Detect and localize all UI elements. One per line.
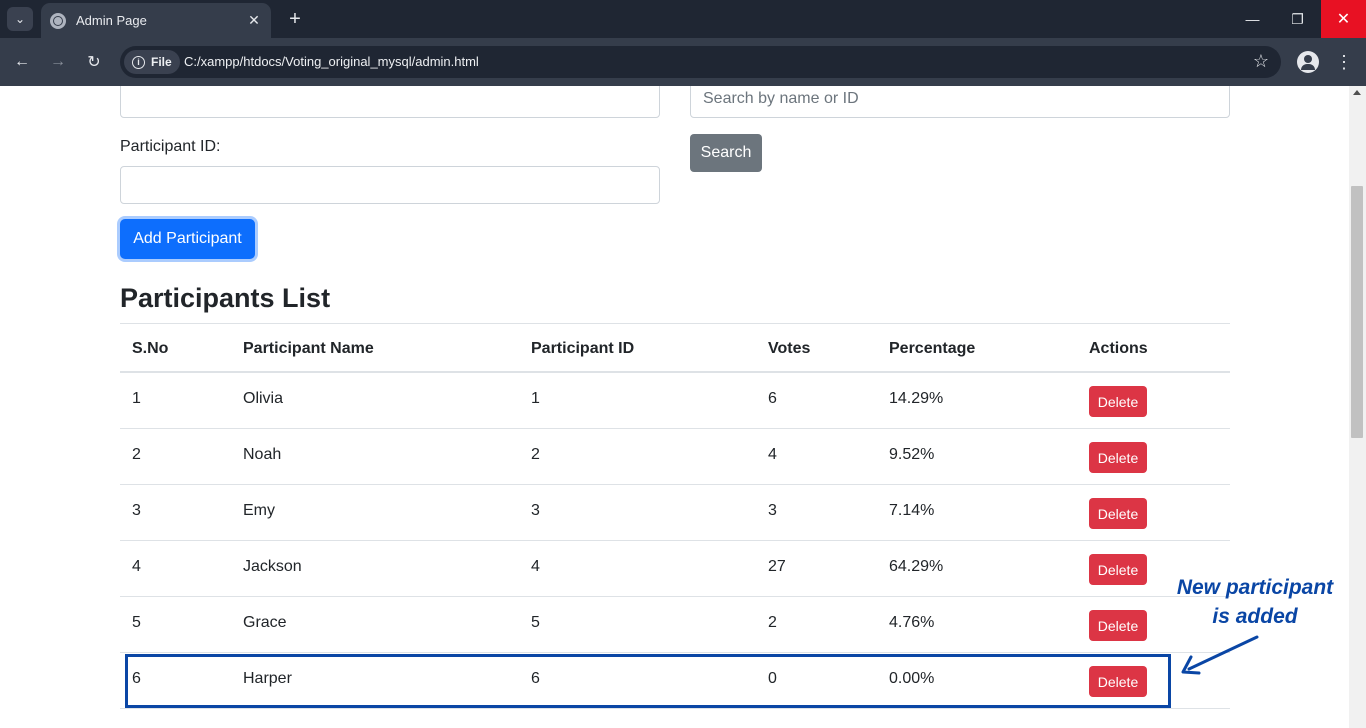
cell-id: 3 — [531, 502, 540, 519]
column-header-name: Participant Name — [243, 340, 374, 357]
cell-percentage: 64.29% — [889, 558, 944, 575]
tab-title: Admin Page — [76, 13, 147, 28]
table-row: 4 Jackson 4 27 64.29% Delete — [120, 541, 1230, 597]
table-row: 3 Emy 3 3 7.14% Delete — [120, 485, 1230, 541]
table-header: S.No Participant Name Participant ID Vot… — [120, 323, 1230, 373]
info-icon: i — [132, 55, 145, 69]
participant-name-input[interactable] — [120, 86, 660, 118]
minimize-button[interactable]: — — [1230, 0, 1275, 38]
cell-sno: 2 — [132, 446, 141, 463]
restore-icon: ❐ — [1291, 10, 1304, 27]
participant-id-label: Participant ID: — [120, 138, 221, 155]
reload-button[interactable]: ↻ — [82, 50, 106, 74]
column-header-actions: Actions — [1089, 340, 1148, 357]
address-bar[interactable]: i File C:/xampp/htdocs/Voting_original_m… — [120, 46, 1281, 78]
delete-button[interactable]: Delete — [1089, 554, 1147, 585]
tab-search-button[interactable]: ⌄ — [7, 7, 33, 31]
annotation-line-2: is added — [1212, 605, 1298, 628]
annotation-arrow-icon — [1181, 635, 1259, 675]
cell-votes: 2 — [768, 614, 777, 631]
cell-name: Olivia — [243, 390, 284, 407]
new-row-highlight — [125, 654, 1171, 708]
cell-id: 1 — [531, 390, 540, 407]
cell-name: Grace — [243, 614, 287, 631]
annotation-text: New participant is added — [1150, 573, 1349, 631]
annotation-line-1: New participant — [1176, 576, 1334, 599]
back-icon: ← — [14, 53, 30, 70]
window-close-button[interactable]: ✕ — [1321, 0, 1366, 38]
cell-id: 2 — [531, 446, 540, 463]
column-header-id: Participant ID — [531, 340, 635, 357]
forward-button[interactable]: → — [46, 50, 70, 74]
delete-button[interactable]: Delete — [1089, 442, 1147, 473]
cell-sno: 5 — [132, 614, 141, 631]
cell-votes: 3 — [768, 502, 777, 519]
browser-toolbar: ← → ↻ i File C:/xampp/htdocs/Voting_orig… — [0, 38, 1366, 86]
delete-button[interactable]: Delete — [1089, 610, 1147, 641]
site-info-label: File — [151, 55, 172, 69]
new-tab-button[interactable]: + — [283, 7, 307, 31]
close-icon[interactable]: ✕ — [246, 12, 262, 29]
cell-votes: 27 — [768, 558, 786, 575]
cell-percentage: 7.14% — [889, 502, 935, 519]
forward-icon: → — [50, 53, 66, 70]
table-row: 1 Olivia 1 6 14.29% Delete — [120, 373, 1230, 429]
search-input[interactable] — [690, 86, 1230, 118]
cell-name: Jackson — [243, 558, 302, 575]
delete-button[interactable]: Delete — [1089, 498, 1147, 529]
reload-icon: ↻ — [87, 54, 101, 71]
cell-votes: 6 — [768, 390, 777, 407]
profile-icon[interactable] — [1297, 51, 1319, 73]
browser-tab[interactable]: Admin Page ✕ — [41, 3, 271, 38]
delete-button[interactable]: Delete — [1089, 386, 1147, 417]
cell-id: 4 — [531, 558, 540, 575]
scroll-up-arrow-icon[interactable] — [1353, 90, 1361, 95]
star-icon[interactable]: ☆ — [1253, 51, 1269, 72]
scroll-thumb[interactable] — [1351, 186, 1363, 438]
table-row: 2 Noah 2 4 9.52% Delete — [120, 429, 1230, 485]
minimize-icon: — — [1245, 11, 1260, 27]
cell-percentage: 4.76% — [889, 614, 935, 631]
cell-sno: 4 — [132, 558, 141, 575]
table-row: 5 Grace 5 2 4.76% Delete — [120, 597, 1230, 653]
kebab-menu-icon[interactable]: ⋮ — [1334, 50, 1354, 74]
cell-sno: 3 — [132, 502, 141, 519]
column-header-votes: Votes — [768, 340, 811, 357]
page-viewport: Participant ID: Search Add Participant P… — [0, 86, 1349, 728]
participant-id-input[interactable] — [120, 166, 660, 204]
page-title: Participants List — [120, 283, 331, 313]
cell-name: Emy — [243, 502, 275, 519]
page-scrollbar[interactable] — [1349, 86, 1366, 728]
site-info-chip[interactable]: i File — [124, 50, 180, 74]
cell-id: 5 — [531, 614, 540, 631]
cell-votes: 4 — [768, 446, 777, 463]
back-button[interactable]: ← — [10, 50, 34, 74]
cell-percentage: 9.52% — [889, 446, 935, 463]
cell-percentage: 14.29% — [889, 390, 944, 407]
window-close-icon: ✕ — [1336, 11, 1351, 28]
add-participant-button[interactable]: Add Participant — [120, 219, 255, 259]
column-header-sno: S.No — [132, 340, 169, 357]
url-text[interactable]: C:/xampp/htdocs/Voting_original_mysql/ad… — [184, 54, 479, 69]
plus-icon: + — [289, 7, 301, 30]
restore-button[interactable]: ❐ — [1275, 0, 1320, 38]
cell-sno: 1 — [132, 390, 141, 407]
chevron-down-icon: ⌄ — [14, 12, 26, 26]
column-header-percentage: Percentage — [889, 340, 976, 357]
search-button[interactable]: Search — [690, 134, 762, 172]
cell-name: Noah — [243, 446, 282, 463]
globe-icon — [50, 12, 66, 29]
browser-tab-bar: ⌄ Admin Page ✕ + — ❐ ✕ — [0, 0, 1366, 38]
participants-table: S.No Participant Name Participant ID Vot… — [120, 323, 1230, 709]
